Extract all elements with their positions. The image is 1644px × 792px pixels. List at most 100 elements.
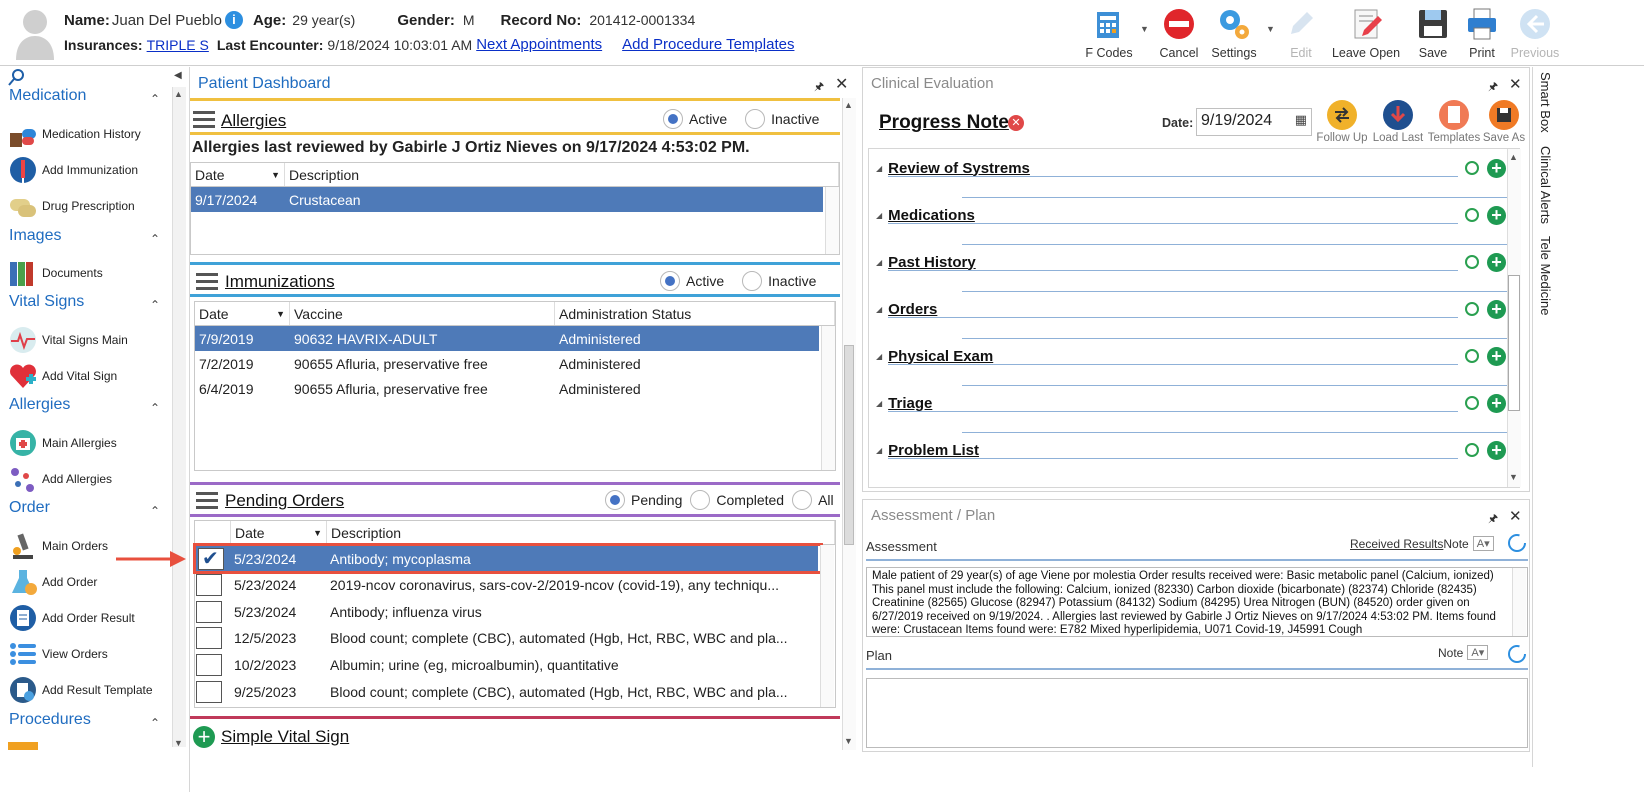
fcodes-button[interactable]: F Codes <box>1080 4 1138 62</box>
received-results-link[interactable]: Received Results <box>1350 537 1443 551</box>
sidebar-item-add-immunization[interactable]: Add Immunization <box>8 153 138 187</box>
chevron-up-icon[interactable]: ⌃ <box>150 401 160 415</box>
table-row[interactable]: 5/23/2024 2019-ncov coronavirus, sars-co… <box>194 572 818 599</box>
table-row[interactable]: 5/23/2024 Antibody; influenza virus <box>194 599 818 626</box>
dashboard-scroll-down-icon[interactable]: ▼ <box>844 736 853 746</box>
section-review-of-systems[interactable]: ◢ Review of Systrems + <box>876 153 1506 183</box>
column-header-description[interactable]: Description <box>327 521 835 544</box>
dashboard-scroll-thumb[interactable] <box>844 345 854 545</box>
column-header-admin-status[interactable]: Administration Status <box>555 302 835 325</box>
allergies-active-radio[interactable] <box>663 109 683 129</box>
sidebar-item-documents[interactable]: Documents <box>8 256 103 290</box>
tab-tele-medicine[interactable]: Tele Medicine <box>1538 236 1553 316</box>
alarm-clock-icon[interactable] <box>1465 443 1479 457</box>
expand-triangle-icon[interactable]: ◢ <box>876 211 882 220</box>
insurance-link[interactable]: TRIPLE S <box>147 37 209 53</box>
allergies-inactive-radio[interactable] <box>745 109 766 129</box>
sidebar-section-allergies[interactable]: Allergies <box>9 396 70 414</box>
sidebar-item-main-orders[interactable]: Main Orders <box>8 529 108 563</box>
checkbox-icon[interactable] <box>196 680 222 703</box>
add-plus-icon[interactable]: + <box>1487 205 1506 225</box>
expand-triangle-icon[interactable]: ◢ <box>876 305 882 314</box>
pin-icon[interactable]: 🖈 <box>1488 510 1498 529</box>
sidebar-item-add-order-result[interactable]: Add Order Result <box>8 601 135 635</box>
table-row[interactable]: 9/25/2023 Blood count; complete (CBC), a… <box>194 678 818 705</box>
table-row[interactable]: 10/2/2023 Albumin; urine (eg, microalbum… <box>194 652 818 679</box>
section-problem-list[interactable]: ◢ Problem List + <box>876 435 1506 465</box>
sidebar-item-medication-history[interactable]: Medication History <box>8 117 141 151</box>
sidebar-item-drug-prescription[interactable]: Drug Prescription <box>8 189 135 223</box>
plan-refresh-icon[interactable] <box>1506 643 1528 665</box>
column-header-description[interactable]: Description <box>285 163 839 186</box>
sidebar-search-icon[interactable] <box>8 68 26 86</box>
plan-textarea[interactable] <box>866 678 1528 748</box>
column-header-vaccine[interactable]: Vaccine <box>290 302 555 325</box>
close-icon[interactable]: ✕ <box>835 74 848 94</box>
sections-scroll-down-icon[interactable]: ▼ <box>1509 472 1518 482</box>
sidebar-item-view-orders[interactable]: View Orders <box>8 637 108 671</box>
expand-triangle-icon[interactable]: ◢ <box>876 164 882 173</box>
alarm-clock-icon[interactable] <box>1465 302 1479 316</box>
immunizations-active-radio[interactable] <box>660 271 680 291</box>
table-row[interactable]: 9/17/2024 Crustacean <box>191 187 823 212</box>
alarm-clock-icon[interactable] <box>1465 349 1479 363</box>
pin-icon[interactable]: 🖈 <box>1488 78 1498 97</box>
expand-triangle-icon[interactable]: ◢ <box>876 446 882 455</box>
sections-scroll-thumb[interactable] <box>1508 275 1520 411</box>
templates-button[interactable]: Templates <box>1426 100 1482 144</box>
follow-up-button[interactable]: Follow Up <box>1314 100 1370 144</box>
allergies-table-scrollbar[interactable] <box>825 187 839 254</box>
chevron-up-icon[interactable]: ⌃ <box>150 504 160 518</box>
print-button[interactable]: Print <box>1453 4 1511 62</box>
calendar-icon[interactable]: ▦ <box>1295 112 1307 128</box>
sidebar-section-images[interactable]: Images <box>9 227 61 245</box>
expand-triangle-icon[interactable]: ◢ <box>876 399 882 408</box>
section-triage[interactable]: ◢ Triage + <box>876 388 1506 418</box>
immunizations-menu-icon[interactable] <box>196 273 218 291</box>
previous-button[interactable]: Previous <box>1504 4 1566 62</box>
alarm-clock-icon[interactable] <box>1465 161 1479 175</box>
sidebar-scrollbar[interactable] <box>172 87 186 747</box>
note-font-dropdown[interactable]: A▾ <box>1472 536 1494 551</box>
table-row[interactable]: 7/2/2019 90655 Afluria, preservative fre… <box>195 351 819 376</box>
table-row[interactable]: 12/5/2023 Blood count; complete (CBC), a… <box>194 625 818 652</box>
expand-triangle-icon[interactable]: ◢ <box>876 258 882 267</box>
simple-vital-sign-title[interactable]: Simple Vital Sign <box>221 727 349 747</box>
row-checkbox[interactable] <box>194 627 230 650</box>
next-appointments-link[interactable]: Next Appointments <box>476 36 602 53</box>
pending-orders-title[interactable]: Pending Orders <box>225 491 344 511</box>
row-checkbox[interactable] <box>194 654 230 677</box>
column-header-date[interactable]: Date ▼ <box>191 163 285 186</box>
add-plus-icon[interactable]: + <box>1487 346 1506 366</box>
section-past-history[interactable]: ◢ Past History + <box>876 247 1506 277</box>
allergies-title[interactable]: Allergies <box>221 111 286 131</box>
table-row[interactable]: 6/4/2019 90655 Afluria, preservative fre… <box>195 376 819 401</box>
close-icon[interactable]: ✕ <box>1509 75 1522 93</box>
sidebar-item-vital-signs-main[interactable]: Vital Signs Main <box>8 323 128 357</box>
progress-note-title[interactable]: Progress Note <box>879 112 1009 134</box>
load-last-button[interactable]: Load Last <box>1370 100 1426 144</box>
orders-menu-icon[interactable] <box>196 492 218 510</box>
expand-triangle-icon[interactable]: ◢ <box>876 352 882 361</box>
tab-smart-box[interactable]: Smart Box <box>1538 72 1553 133</box>
dashboard-scroll-up-icon[interactable]: ▲ <box>844 100 853 110</box>
sidebar-item-main-allergies[interactable]: Main Allergies <box>8 426 117 460</box>
edit-button[interactable]: Edit <box>1272 4 1330 62</box>
section-orders[interactable]: ◢ Orders + <box>876 294 1506 324</box>
sidebar-item-add-order[interactable]: Add Order <box>8 565 97 599</box>
sort-arrow-icon[interactable]: ▼ <box>313 528 322 538</box>
info-icon[interactable]: i <box>224 11 243 29</box>
add-plus-icon[interactable]: + <box>1487 158 1506 178</box>
sidebar-section-procedures[interactable]: Procedures <box>9 711 91 729</box>
pin-icon[interactable]: 🖈 <box>814 78 824 97</box>
sections-scroll-up-icon[interactable]: ▲ <box>1509 152 1518 162</box>
chevron-up-icon[interactable]: ⌃ <box>150 298 160 312</box>
cancel-button[interactable]: Cancel <box>1150 4 1208 62</box>
chevron-up-icon[interactable]: ⌃ <box>150 92 160 106</box>
row-checkbox[interactable] <box>194 574 230 597</box>
alarm-clock-icon[interactable] <box>1465 255 1479 269</box>
checkbox-icon[interactable] <box>196 627 222 650</box>
orders-completed-radio[interactable] <box>690 490 711 510</box>
orders-table-scrollbar[interactable] <box>820 545 834 707</box>
orders-pending-radio[interactable] <box>605 490 625 510</box>
